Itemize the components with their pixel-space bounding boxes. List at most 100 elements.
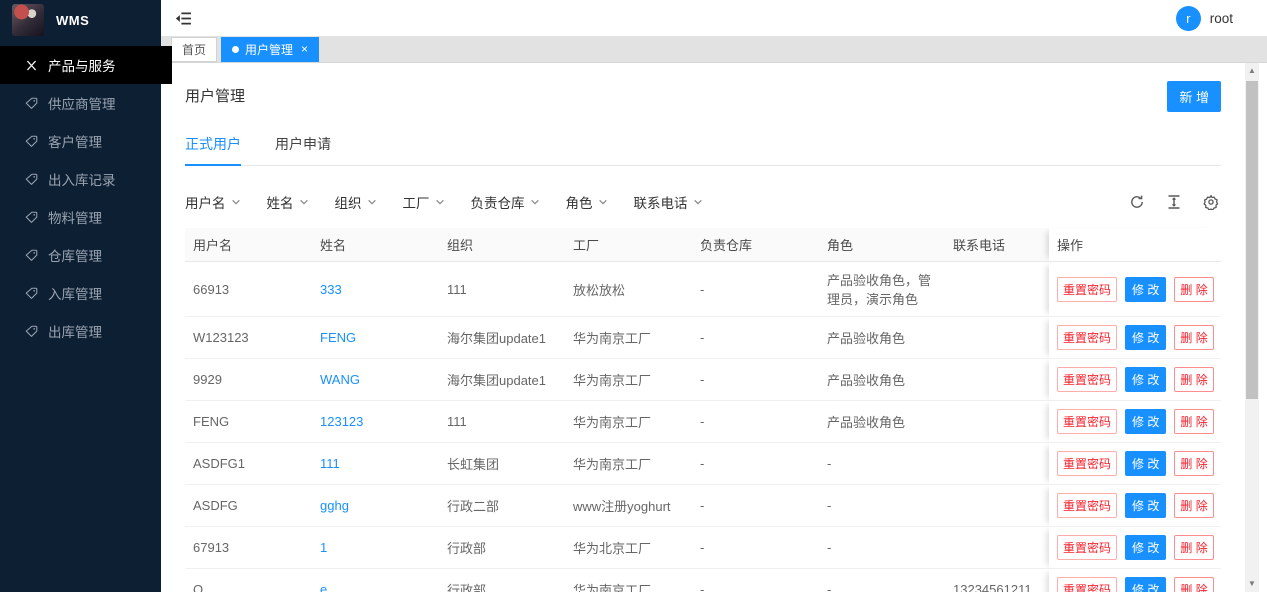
- logo: WMS: [0, 0, 161, 40]
- filter-3[interactable]: 工厂: [403, 192, 445, 212]
- filter-0[interactable]: 用户名: [185, 192, 241, 212]
- tag-icon: [24, 325, 38, 338]
- edit-button[interactable]: 修 改: [1125, 367, 1166, 392]
- reset-password-button[interactable]: 重置密码: [1057, 409, 1117, 434]
- cell-username: 9929: [185, 359, 312, 401]
- sidebar-item-label: 客户管理: [48, 131, 102, 151]
- filter-4[interactable]: 负责仓库: [471, 192, 540, 212]
- sidebar-item-label: 仓库管理: [48, 245, 102, 265]
- user-name-link[interactable]: e: [320, 582, 327, 592]
- users-table: 用户名姓名组织工厂负责仓库角色联系电话操作 66913333111放松放松-产品…: [185, 228, 1221, 592]
- user-name-link[interactable]: gghg: [320, 498, 349, 513]
- cell-username: 67913: [185, 527, 312, 569]
- scrollbar-thumb[interactable]: [1246, 81, 1258, 399]
- cell-name: 123123: [312, 401, 439, 443]
- edit-button[interactable]: 修 改: [1125, 577, 1166, 592]
- user-name-link[interactable]: 123123: [320, 414, 363, 429]
- delete-button[interactable]: 删 除: [1174, 409, 1213, 434]
- cell-actions: 重置密码修 改删 除: [1049, 527, 1221, 569]
- user-name-link[interactable]: WANG: [320, 372, 360, 387]
- sidebar-item-3[interactable]: 出入库记录: [0, 160, 161, 198]
- reset-password-button[interactable]: 重置密码: [1057, 535, 1117, 560]
- refresh-icon[interactable]: [1129, 194, 1145, 210]
- settings-icon[interactable]: [1203, 194, 1219, 210]
- page-tab-0[interactable]: 正式用户: [185, 134, 241, 165]
- delete-button[interactable]: 删 除: [1174, 535, 1213, 560]
- user-name-link[interactable]: 1: [320, 540, 327, 555]
- product-icon: [24, 59, 38, 72]
- cell-warehouse: -: [692, 359, 819, 401]
- add-button[interactable]: 新 增: [1167, 81, 1221, 112]
- close-tab-icon[interactable]: ×: [301, 42, 308, 56]
- filter-label: 姓名: [267, 192, 294, 212]
- page-tab-1[interactable]: 用户申请: [275, 134, 331, 165]
- delete-button[interactable]: 删 除: [1174, 367, 1213, 392]
- logo-text: WMS: [56, 13, 89, 28]
- scroll-down-icon[interactable]: ▼: [1245, 578, 1259, 590]
- table-row: FENG123123111华为南京工厂-产品验收角色重置密码修 改删 除: [185, 401, 1221, 443]
- edit-button[interactable]: 修 改: [1125, 409, 1166, 434]
- user-menu[interactable]: r root: [1176, 6, 1233, 31]
- edit-button[interactable]: 修 改: [1125, 535, 1166, 560]
- sidebar-item-2[interactable]: 客户管理: [0, 122, 161, 160]
- scroll-up-icon[interactable]: ▲: [1245, 65, 1259, 77]
- reset-password-button[interactable]: 重置密码: [1057, 277, 1117, 302]
- edit-button[interactable]: 修 改: [1125, 493, 1166, 518]
- cell-name: gghg: [312, 485, 439, 527]
- delete-button[interactable]: 删 除: [1174, 577, 1213, 592]
- user-name-link[interactable]: FENG: [320, 330, 356, 345]
- menu-fold-icon[interactable]: [175, 10, 192, 27]
- delete-button[interactable]: 删 除: [1174, 325, 1213, 350]
- filter-5[interactable]: 角色: [566, 192, 608, 212]
- reset-password-button[interactable]: 重置密码: [1057, 451, 1117, 476]
- cell-actions: 重置密码修 改删 除: [1049, 317, 1221, 359]
- window-tab-0[interactable]: 首页: [171, 37, 217, 62]
- cell-name: e: [312, 569, 439, 592]
- sidebar-item-6[interactable]: 入库管理: [0, 274, 161, 312]
- column-header-3: 工厂: [565, 228, 692, 262]
- filter-2[interactable]: 组织: [335, 192, 377, 212]
- sidebar-item-1[interactable]: 供应商管理: [0, 84, 161, 122]
- vertical-scrollbar[interactable]: ▲ ▼: [1245, 63, 1259, 592]
- cell-name: 1: [312, 527, 439, 569]
- table-body: 66913333111放松放松-产品验收角色，管理员，演示角色重置密码修 改删 …: [185, 262, 1221, 592]
- sidebar-item-label: 出库管理: [48, 321, 102, 341]
- column-height-icon[interactable]: [1166, 194, 1182, 210]
- cell-phone: 13234561211: [945, 569, 1049, 592]
- filter-6[interactable]: 联系电话: [634, 192, 703, 212]
- reset-password-button[interactable]: 重置密码: [1057, 493, 1117, 518]
- window-tab-1[interactable]: 用户管理×: [221, 37, 319, 62]
- column-header-0: 用户名: [185, 228, 312, 262]
- cell-name: WANG: [312, 359, 439, 401]
- page-tabs: 正式用户 用户申请: [185, 134, 1221, 166]
- sidebar-item-5[interactable]: 仓库管理: [0, 236, 161, 274]
- reset-password-button[interactable]: 重置密码: [1057, 325, 1117, 350]
- cell-org: 行政部: [439, 569, 565, 592]
- cell-phone: [945, 359, 1049, 401]
- filter-1[interactable]: 姓名: [267, 192, 309, 212]
- page-title: 用户管理: [185, 81, 245, 106]
- cell-phone: [945, 527, 1049, 569]
- sidebar-item-7[interactable]: 出库管理: [0, 312, 161, 350]
- table-row: 679131行政部华为北京工厂--重置密码修 改删 除: [185, 527, 1221, 569]
- delete-button[interactable]: 删 除: [1174, 493, 1213, 518]
- users-table-wrap: 用户名姓名组织工厂负责仓库角色联系电话操作 66913333111放松放松-产品…: [185, 228, 1221, 592]
- filter-bar: 用户名 姓名 组织 工厂 负责仓库 角色 联系电话: [185, 192, 1221, 212]
- logo-avatar: [12, 4, 44, 36]
- sidebar-item-4[interactable]: 物料管理: [0, 198, 161, 236]
- cell-username: ASDFG: [185, 485, 312, 527]
- cell-actions: 重置密码修 改删 除: [1049, 485, 1221, 527]
- edit-button[interactable]: 修 改: [1125, 451, 1166, 476]
- delete-button[interactable]: 删 除: [1174, 277, 1213, 302]
- user-name-link[interactable]: 333: [320, 282, 342, 297]
- delete-button[interactable]: 删 除: [1174, 451, 1213, 476]
- user-name-link[interactable]: 111: [320, 456, 340, 471]
- edit-button[interactable]: 修 改: [1125, 325, 1166, 350]
- reset-password-button[interactable]: 重置密码: [1057, 577, 1117, 592]
- edit-button[interactable]: 修 改: [1125, 277, 1166, 302]
- sidebar-item-0[interactable]: 产品与服务: [0, 46, 172, 84]
- cell-actions: 重置密码修 改删 除: [1049, 443, 1221, 485]
- reset-password-button[interactable]: 重置密码: [1057, 367, 1117, 392]
- cell-org: 海尔集团update1: [439, 359, 565, 401]
- page-header: 用户管理 新 增: [185, 81, 1221, 112]
